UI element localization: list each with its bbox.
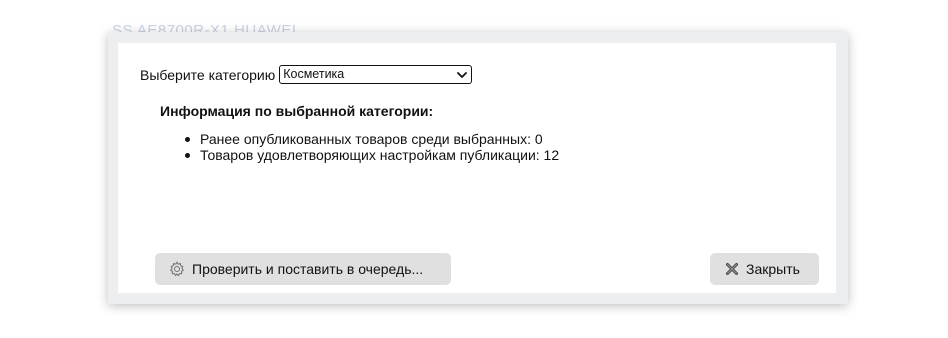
info-title: Информация по выбранной категории: <box>160 103 434 119</box>
category-select-row: Выберите категорию Косметика <box>140 65 473 84</box>
chevron-down-icon <box>457 72 468 78</box>
close-button-label: Закрыть <box>746 261 800 277</box>
close-icon <box>726 263 738 275</box>
check-and-queue-button[interactable]: Проверить и поставить в очередь... <box>155 253 451 285</box>
gear-icon <box>169 261 185 277</box>
check-and-queue-label: Проверить и поставить в очередь... <box>192 261 424 277</box>
category-dialog: Выберите категорию Косметика Информация … <box>118 43 836 293</box>
category-label: Выберите категорию <box>140 66 276 83</box>
category-select[interactable]: Косметика <box>279 65 473 84</box>
close-button[interactable]: Закрыть <box>710 253 819 285</box>
info-list: Ранее опубликованных товаров среди выбра… <box>182 131 559 163</box>
info-item-matching: Товаров удовлетворяющих настройкам публи… <box>182 147 559 163</box>
category-select-value: Косметика <box>283 67 345 81</box>
info-item-published: Ранее опубликованных товаров среди выбра… <box>182 131 559 147</box>
